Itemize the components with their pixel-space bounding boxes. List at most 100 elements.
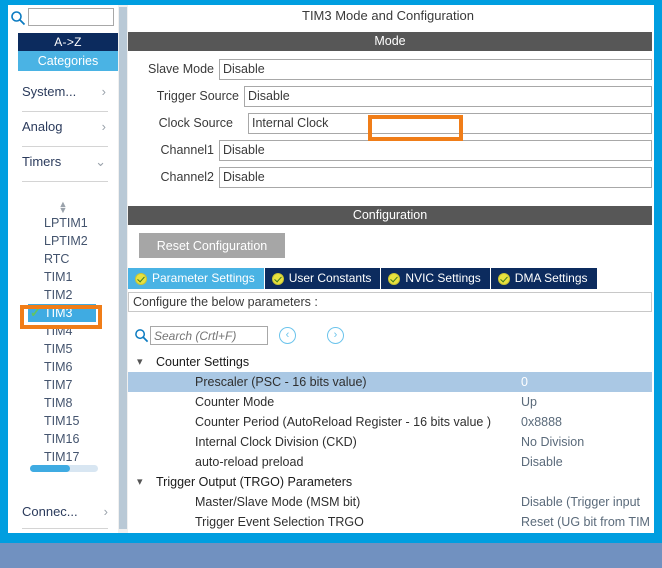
sidebar-item-label: TIM16 (44, 432, 80, 446)
mode-row-clocksource: Clock Source Internal Clock (128, 111, 652, 138)
sidebar-group-label: Connec... (22, 504, 78, 519)
sidebar-vertical-scrollbar[interactable] (118, 5, 128, 533)
chevron-right-icon: › (103, 504, 108, 519)
sidebar-item-tim7[interactable]: TIM7 (8, 376, 116, 394)
sidebar-item-tim4[interactable]: TIM4 (8, 322, 116, 340)
sidebar-item-tim8[interactable]: TIM8 (8, 394, 116, 412)
sidebar-item-tim15[interactable]: TIM15 (8, 412, 116, 430)
param-value[interactable]: 0 (521, 372, 652, 392)
sidebar-item-tim6[interactable]: TIM6 (8, 358, 116, 376)
param-name: auto-reload preload (195, 455, 304, 469)
tab-userconstants[interactable]: User Constants (264, 268, 382, 289)
param-value[interactable]: Disable (Trigger input (521, 492, 652, 512)
param-row[interactable]: auto-reload preload Disable (128, 452, 652, 472)
param-name: Counter Mode (195, 395, 275, 409)
mode-configuration-panel: TIM3 Mode and Configuration Mode Slave M… (128, 5, 654, 533)
mode-row-channel2: Channel2 Disable (128, 165, 652, 192)
peripheral-list: ▲ ▼ LPTIM1 LPTIM2 RTC TIM1 TIM2 ✓ TIM3 TIM4 TIM5 T… (8, 200, 116, 476)
search-next-button[interactable]: › (327, 327, 344, 344)
mode-field-select[interactable]: Disable (219, 59, 652, 80)
param-group-triggeroutputtrgoparameters[interactable]: ▾ Trigger Output (TRGO) Parameters (128, 472, 652, 492)
tab-nvicsettings[interactable]: NVIC Settings (381, 268, 491, 289)
param-value[interactable]: Disable (521, 452, 652, 472)
param-row[interactable]: Prescaler (PSC - 16 bits value) 0 (128, 372, 652, 392)
tab-dmasettings[interactable]: DMA Settings (490, 268, 598, 289)
sidebar-horizontal-scrollbar[interactable] (30, 465, 98, 472)
window-frame: A->Z Categories System... › Analog › Timers ⌄… (0, 0, 662, 543)
scroll-up-down-icon[interactable]: ▲ ▼ (56, 200, 70, 215)
mode-field-select[interactable]: Internal Clock (248, 113, 652, 134)
chevron-down-icon[interactable]: ▾ (137, 472, 143, 492)
check-icon: ✓ (30, 305, 41, 320)
param-group-countersettings[interactable]: ▾ Counter Settings (128, 352, 652, 372)
tab-label: User Constants (288, 271, 372, 285)
sidebar-item-tim1[interactable]: TIM1 (8, 268, 116, 286)
mode-row-channel1: Channel1 Disable (128, 138, 652, 165)
mode-field-select[interactable]: Disable (244, 86, 652, 107)
scrollbar-thumb[interactable] (30, 465, 70, 472)
check-circle-icon (271, 272, 284, 285)
param-name: Prescaler (PSC - 16 bits value) (195, 375, 367, 389)
param-row[interactable]: Master/Slave Mode (MSM bit) Disable (Trig… (128, 492, 652, 512)
param-row[interactable]: Trigger Event Selection TRGO Reset (UG bi… (128, 512, 652, 532)
mode-row-slavemode: Slave Mode Disable (128, 57, 652, 84)
sidebar-item-label: TIM15 (44, 414, 80, 428)
param-value[interactable]: 0x8888 (521, 412, 652, 432)
sidebar-item-tim5[interactable]: TIM5 (8, 340, 116, 358)
sidebar-group-timers[interactable]: Timers ⌄ (22, 147, 108, 182)
param-row[interactable]: Counter Period (AutoReload Register - 16… (128, 412, 652, 432)
parameter-search-input[interactable] (150, 326, 268, 345)
param-name: Counter Period (AutoReload Register - 16… (195, 415, 491, 429)
sidebar-toggle-categories[interactable]: Categories (18, 51, 118, 71)
check-circle-icon (388, 272, 401, 285)
sidebar-search-input[interactable] (28, 8, 114, 26)
sidebar-item-label: LPTIM1 (44, 216, 88, 230)
sidebar-item-tim17[interactable]: TIM17 (8, 448, 116, 466)
sidebar-item-tim2[interactable]: TIM2 (8, 286, 116, 304)
mode-section-header: Mode (128, 32, 652, 51)
search-previous-button[interactable]: ‹ (279, 327, 296, 344)
sidebar-group-analog[interactable]: Analog › (22, 112, 108, 147)
search-icon (134, 328, 149, 343)
param-value[interactable]: Up (521, 392, 652, 412)
param-name: Internal Clock Division (CKD) (195, 435, 357, 449)
scrollbar-thumb-vertical[interactable] (119, 7, 127, 529)
mode-form: Slave Mode Disable Trigger Source Disable Cl… (128, 57, 652, 192)
reset-configuration-button[interactable]: Reset Configuration (139, 233, 285, 258)
check-circle-icon (497, 272, 510, 285)
window-content: A->Z Categories System... › Analog › Timers ⌄… (8, 5, 654, 533)
sidebar-item-tim3[interactable]: ✓ TIM3 (28, 304, 96, 322)
sidebar-view-toggle: A->Z Categories (18, 33, 118, 71)
mode-field-label: Slave Mode (147, 62, 214, 76)
param-row[interactable]: Internal Clock Division (CKD) No Division (128, 432, 652, 452)
param-value[interactable]: No Division (521, 432, 652, 452)
sidebar-group-connectivity[interactable]: Connec... › (22, 500, 108, 529)
configuration-section-header: Configuration (128, 206, 652, 225)
param-value[interactable]: Reset (UG bit from TIM (521, 512, 652, 532)
chevron-down-icon[interactable]: ▾ (137, 352, 143, 372)
sidebar-item-rtc[interactable]: RTC (8, 250, 116, 268)
sidebar-group-system[interactable]: System... › (22, 77, 108, 112)
sidebar-item-lptim2[interactable]: LPTIM2 (8, 232, 116, 250)
sidebar-item-label: LPTIM2 (44, 234, 88, 248)
chevron-icon: › (101, 119, 106, 134)
param-row[interactable]: Counter Mode Up (128, 392, 652, 412)
page-title: TIM3 Mode and Configuration (302, 8, 474, 23)
mode-field-label: Channel1 (160, 143, 214, 157)
mode-field-select[interactable]: Disable (219, 167, 652, 188)
parameter-search-row: ‹ › (128, 325, 652, 351)
sidebar-group-label: Analog (22, 119, 63, 134)
peripheral-sidebar: A->Z Categories System... › Analog › Timers ⌄… (8, 5, 118, 533)
mode-field-select[interactable]: Disable (219, 140, 652, 161)
tab-label: NVIC Settings (405, 271, 481, 285)
tab-label: DMA Settings (514, 271, 588, 285)
sidebar-item-label: RTC (44, 252, 70, 266)
sidebar-item-label: TIM7 (44, 378, 73, 392)
chevron-icon: › (101, 84, 106, 99)
tab-label: Parameter Settings (152, 271, 255, 285)
sidebar-item-tim16[interactable]: TIM16 (8, 430, 116, 448)
sidebar-toggle-az[interactable]: A->Z (18, 33, 118, 51)
tab-parametersettings[interactable]: Parameter Settings (128, 268, 265, 289)
mode-field-label: Clock Source (158, 116, 233, 130)
sidebar-item-lptim1[interactable]: LPTIM1 (8, 214, 116, 232)
